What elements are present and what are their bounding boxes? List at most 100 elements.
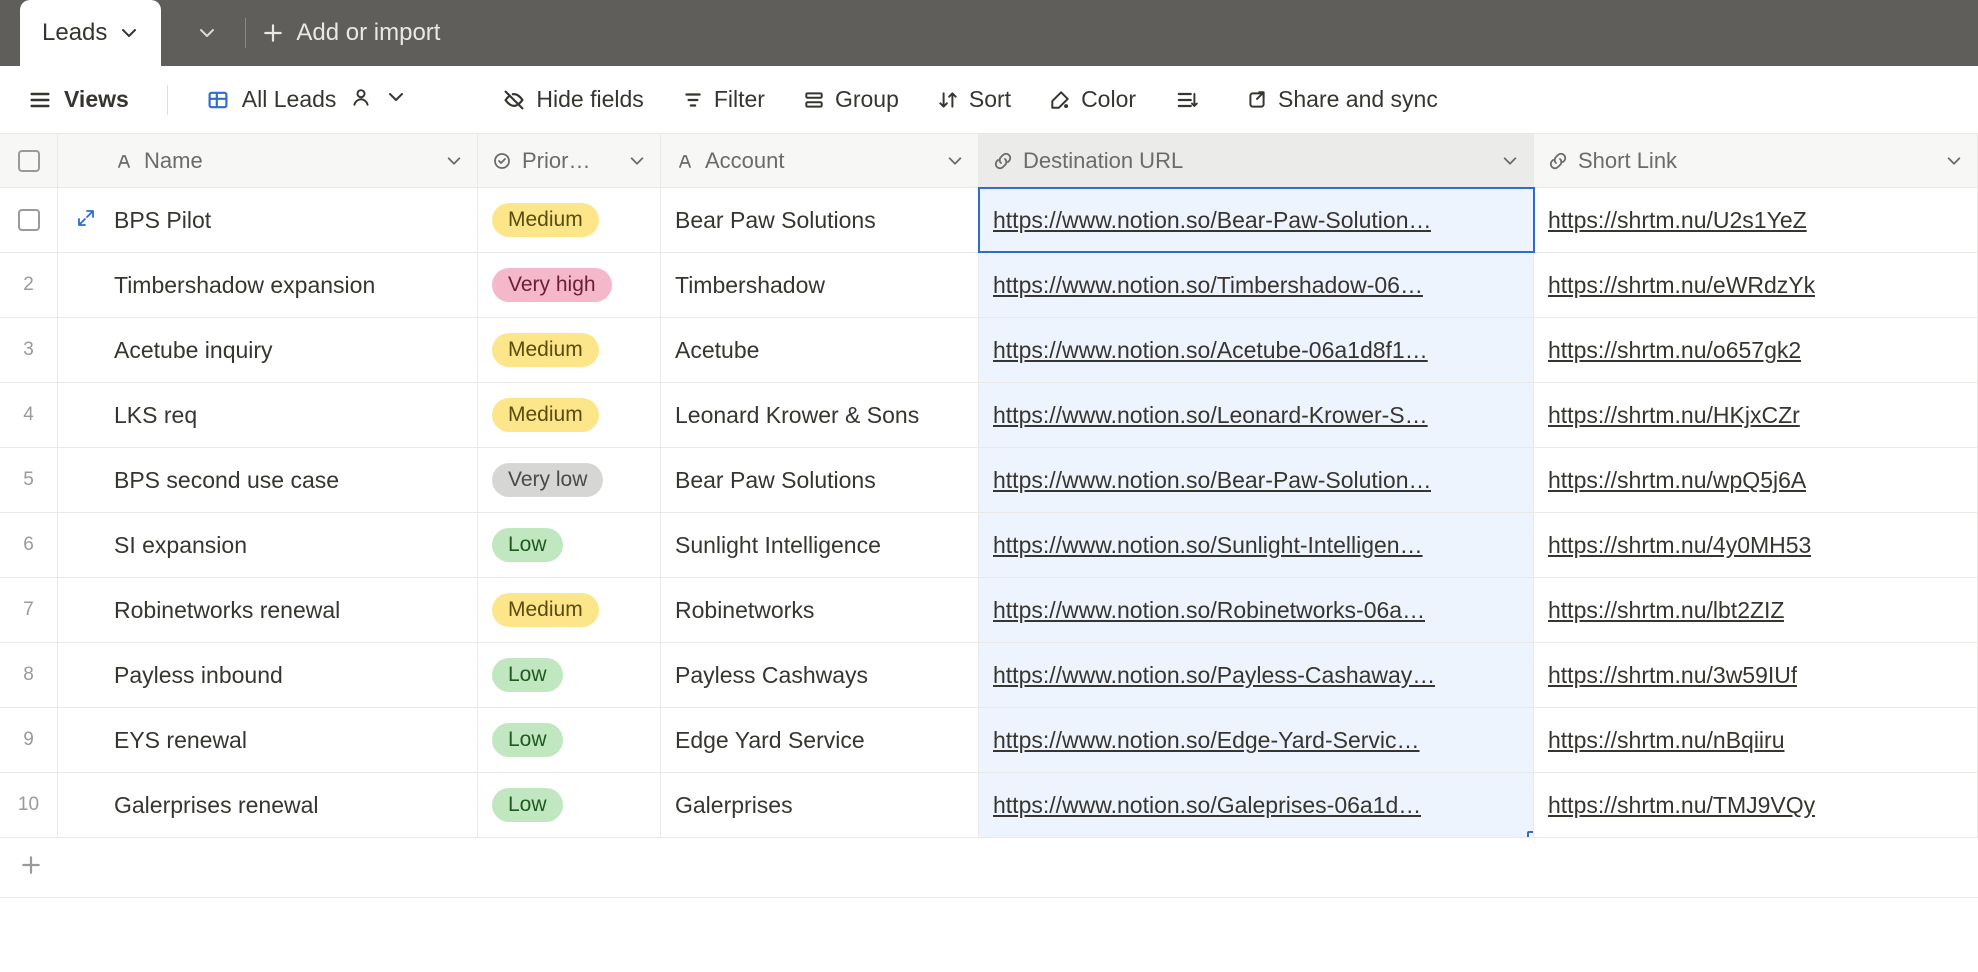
- cell-short-link[interactable]: https://shrtm.nu/o657gk2: [1534, 318, 1978, 382]
- cell-account[interactable]: Edge Yard Service: [661, 708, 979, 772]
- cell-priority[interactable]: Medium: [478, 383, 661, 447]
- chevron-down-icon[interactable]: [1945, 152, 1963, 170]
- cell-name[interactable]: SI expansion: [58, 513, 478, 577]
- cell-name[interactable]: Payless inbound: [58, 643, 478, 707]
- cell-account[interactable]: Acetube: [661, 318, 979, 382]
- destination-url-link[interactable]: https://www.notion.so/Leonard-Krower-S…: [993, 402, 1428, 429]
- row-index-cell[interactable]: 4: [0, 383, 58, 447]
- short-link[interactable]: https://shrtm.nu/nBqiiru: [1548, 727, 1785, 754]
- cell-priority[interactable]: Medium: [478, 318, 661, 382]
- table-row[interactable]: 10Galerprises renewalLowGalerprises https…: [0, 773, 1978, 838]
- table-row[interactable]: 8Payless inboundLowPayless Cashways https…: [0, 643, 1978, 708]
- cell-name[interactable]: EYS renewal: [58, 708, 478, 772]
- chevron-down-icon[interactable]: [946, 152, 964, 170]
- cell-priority[interactable]: Very low: [478, 448, 661, 512]
- cell-account[interactable]: Bear Paw Solutions: [661, 188, 979, 252]
- destination-url-link[interactable]: https://www.notion.so/Payless-Cashaway…: [993, 662, 1435, 689]
- hide-fields-button[interactable]: Hide fields: [502, 86, 643, 113]
- cell-destination-url[interactable]: https://www.notion.so/Payless-Cashaway…: [979, 643, 1534, 707]
- row-index-cell[interactable]: 7: [0, 578, 58, 642]
- row-index-cell[interactable]: 3: [0, 318, 58, 382]
- expand-icon[interactable]: [76, 207, 96, 234]
- cell-name[interactable]: Galerprises renewal: [58, 773, 478, 837]
- column-destination-url[interactable]: Destination URL: [979, 134, 1534, 187]
- cell-name[interactable]: Timbershadow expansion: [58, 253, 478, 317]
- table-row[interactable]: 5BPS second use caseVery lowBear Paw Sol…: [0, 448, 1978, 513]
- table-row[interactable]: 7Robinetworks renewalMediumRobinetworksh…: [0, 578, 1978, 643]
- column-account[interactable]: Account: [661, 134, 979, 187]
- column-name[interactable]: Name: [58, 134, 478, 187]
- short-link[interactable]: https://shrtm.nu/4y0MH53: [1548, 532, 1811, 559]
- row-index-cell[interactable]: 10: [0, 773, 58, 837]
- cell-account[interactable]: Sunlight Intelligence: [661, 513, 979, 577]
- cell-priority[interactable]: Very high: [478, 253, 661, 317]
- cell-priority[interactable]: Low: [478, 773, 661, 837]
- destination-url-link[interactable]: https://www.notion.so/Acetube-06a1d8f1…: [993, 337, 1428, 364]
- views-button[interactable]: Views: [28, 86, 129, 113]
- cell-account[interactable]: Galerprises: [661, 773, 979, 837]
- table-row[interactable]: 6SI expansionLowSunlight Intelligencehtt…: [0, 513, 1978, 578]
- tab-leads[interactable]: Leads: [20, 0, 161, 66]
- row-index-cell[interactable]: 9: [0, 708, 58, 772]
- cell-short-link[interactable]: https://shrtm.nu/3w59IUf: [1534, 643, 1978, 707]
- cell-priority[interactable]: Medium: [478, 188, 661, 252]
- cell-short-link[interactable]: https://shrtm.nu/TMJ9VQy: [1534, 773, 1978, 837]
- cell-short-link[interactable]: https://shrtm.nu/4y0MH53: [1534, 513, 1978, 577]
- cell-destination-url[interactable]: https://www.notion.so/Robinetworks-06a…: [979, 578, 1534, 642]
- short-link[interactable]: https://shrtm.nu/lbt2ZIZ: [1548, 597, 1784, 624]
- cell-short-link[interactable]: https://shrtm.nu/lbt2ZIZ: [1534, 578, 1978, 642]
- share-sync-button[interactable]: Share and sync: [1246, 86, 1438, 113]
- add-or-import-button[interactable]: Add or import: [262, 0, 440, 66]
- chevron-down-icon[interactable]: [445, 152, 463, 170]
- short-link[interactable]: https://shrtm.nu/3w59IUf: [1548, 662, 1797, 689]
- chevron-down-icon[interactable]: [386, 86, 406, 114]
- cell-account[interactable]: Payless Cashways: [661, 643, 979, 707]
- tab-views-dropdown[interactable]: [185, 0, 229, 66]
- row-index-cell[interactable]: [0, 188, 58, 252]
- destination-url-link[interactable]: https://www.notion.so/Bear-Paw-Solution…: [993, 467, 1431, 494]
- cell-account[interactable]: Leonard Krower & Sons: [661, 383, 979, 447]
- cell-destination-url[interactable]: https://www.notion.so/Bear-Paw-Solution…: [979, 188, 1534, 252]
- sort-button[interactable]: Sort: [937, 86, 1011, 113]
- cell-destination-url[interactable]: https://www.notion.so/Acetube-06a1d8f1…: [979, 318, 1534, 382]
- destination-url-link[interactable]: https://www.notion.so/Galeprises-06a1d…: [993, 792, 1421, 819]
- chevron-down-icon[interactable]: [119, 23, 139, 43]
- column-short-link[interactable]: Short Link: [1534, 134, 1978, 187]
- cell-name[interactable]: BPS Pilot: [58, 188, 478, 252]
- cell-account[interactable]: Timbershadow: [661, 253, 979, 317]
- table-row[interactable]: 2Timbershadow expansionVery highTimbersh…: [0, 253, 1978, 318]
- column-priority[interactable]: Prior…: [478, 134, 661, 187]
- row-index-cell[interactable]: 6: [0, 513, 58, 577]
- short-link[interactable]: https://shrtm.nu/eWRdzYk: [1548, 272, 1815, 299]
- cell-destination-url[interactable]: https://www.notion.so/Bear-Paw-Solution…: [979, 448, 1534, 512]
- cell-short-link[interactable]: https://shrtm.nu/HKjxCZr: [1534, 383, 1978, 447]
- cell-priority[interactable]: Low: [478, 643, 661, 707]
- short-link[interactable]: https://shrtm.nu/TMJ9VQy: [1548, 792, 1815, 819]
- cell-name[interactable]: BPS second use case: [58, 448, 478, 512]
- table-row[interactable]: BPS PilotMediumBear Paw Solutions https:/…: [0, 188, 1978, 253]
- cell-short-link[interactable]: https://shrtm.nu/U2s1YeZ: [1534, 188, 1978, 252]
- destination-url-link[interactable]: https://www.notion.so/Bear-Paw-Solution…: [993, 207, 1431, 234]
- cell-name[interactable]: LKS req: [58, 383, 478, 447]
- destination-url-link[interactable]: https://www.notion.so/Sunlight-Intellige…: [993, 532, 1423, 559]
- cell-destination-url[interactable]: https://www.notion.so/Leonard-Krower-S…: [979, 383, 1534, 447]
- row-height-button[interactable]: [1174, 88, 1208, 112]
- cell-priority[interactable]: Medium: [478, 578, 661, 642]
- table-row[interactable]: 3Acetube inquiryMediumAcetube https://www…: [0, 318, 1978, 383]
- filter-button[interactable]: Filter: [682, 86, 765, 113]
- add-row-button[interactable]: [0, 838, 1978, 898]
- selection-handle[interactable]: [1527, 831, 1534, 837]
- cell-short-link[interactable]: https://shrtm.nu/eWRdzYk: [1534, 253, 1978, 317]
- color-button[interactable]: Color: [1049, 86, 1136, 113]
- cell-destination-url[interactable]: https://www.notion.so/Edge-Yard-Servic…: [979, 708, 1534, 772]
- cell-short-link[interactable]: https://shrtm.nu/wpQ5j6A: [1534, 448, 1978, 512]
- row-index-cell[interactable]: 5: [0, 448, 58, 512]
- cell-destination-url[interactable]: https://www.notion.so/Timbershadow-06…: [979, 253, 1534, 317]
- row-index-cell[interactable]: 8: [0, 643, 58, 707]
- cell-priority[interactable]: Low: [478, 708, 661, 772]
- destination-url-link[interactable]: https://www.notion.so/Timbershadow-06…: [993, 272, 1423, 299]
- cell-account[interactable]: Robinetworks: [661, 578, 979, 642]
- cell-destination-url[interactable]: https://www.notion.so/Sunlight-Intellige…: [979, 513, 1534, 577]
- cell-short-link[interactable]: https://shrtm.nu/nBqiiru: [1534, 708, 1978, 772]
- cell-name[interactable]: Acetube inquiry: [58, 318, 478, 382]
